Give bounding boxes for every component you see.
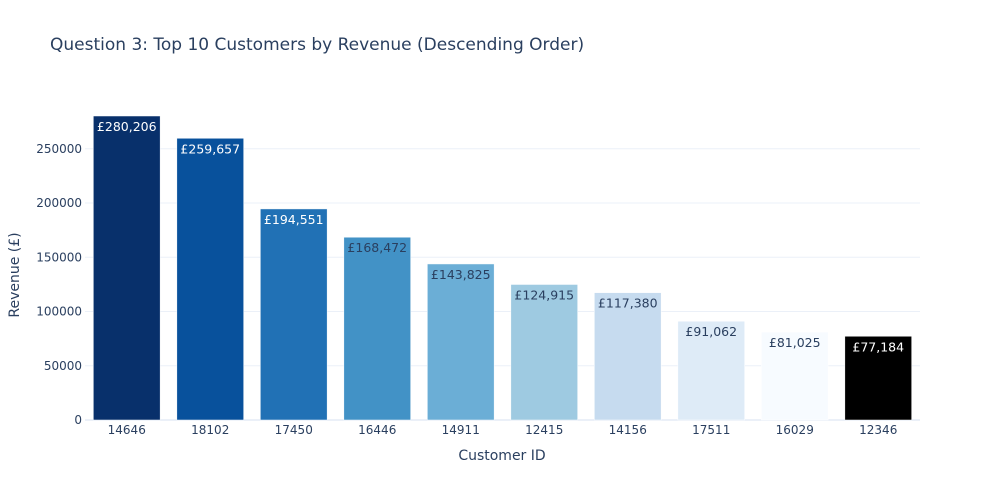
x-tick-label: 12415 [525,423,563,437]
bar-value-label: £143,825 [431,267,491,282]
x-tick-label: 18102 [191,423,229,437]
y-tick-label: 150000 [36,250,82,264]
bar [260,208,328,421]
bar [594,292,662,421]
x-tick-label: 14646 [108,423,146,437]
y-tick-label: 100000 [36,305,82,319]
bar [510,284,578,421]
y-tick-label: 50000 [44,359,82,373]
x-tick-label: 12346 [859,423,897,437]
x-tick-label: 17511 [692,423,730,437]
bar-value-label: £259,657 [180,141,240,156]
x-tick-label: 14911 [442,423,480,437]
bar [427,263,495,421]
bar-value-label: £168,472 [347,240,407,255]
bar-value-label: £91,062 [685,324,737,339]
x-tick-label: 16029 [776,423,814,437]
chart-container: Question 3: Top 10 Customers by Revenue … [0,0,1000,500]
bar-value-label: £81,025 [769,335,821,350]
x-axis-label: Customer ID [458,448,545,464]
y-axis-label: Revenue (£) [7,232,23,317]
bar [93,115,161,421]
bar-value-label: £124,915 [514,287,574,302]
bar-value-label: £280,206 [97,119,157,134]
x-tick-label: 17450 [275,423,313,437]
x-axis-ticks: 14646 18102 17450 16446 14911 12415 14156 17511… [108,423,898,437]
bars [93,115,912,421]
bar-chart: Question 3: Top 10 Customers by Revenue … [7,35,920,464]
bar [176,138,244,421]
bar-value-label: £194,551 [264,212,324,227]
bar-value-label: £117,380 [598,296,658,311]
x-tick-label: 16446 [358,423,396,437]
chart-title: Question 3: Top 10 Customers by Revenue … [50,35,584,55]
bar [343,236,411,421]
y-tick-label: 250000 [36,142,82,156]
y-tick-label: 0 [74,413,82,427]
x-tick-label: 14156 [609,423,647,437]
y-axis-ticks: 0 50000 100000 150000 200000 250000 [36,142,82,427]
y-tick-label: 200000 [36,196,82,210]
bar-value-label: £77,184 [852,339,904,354]
